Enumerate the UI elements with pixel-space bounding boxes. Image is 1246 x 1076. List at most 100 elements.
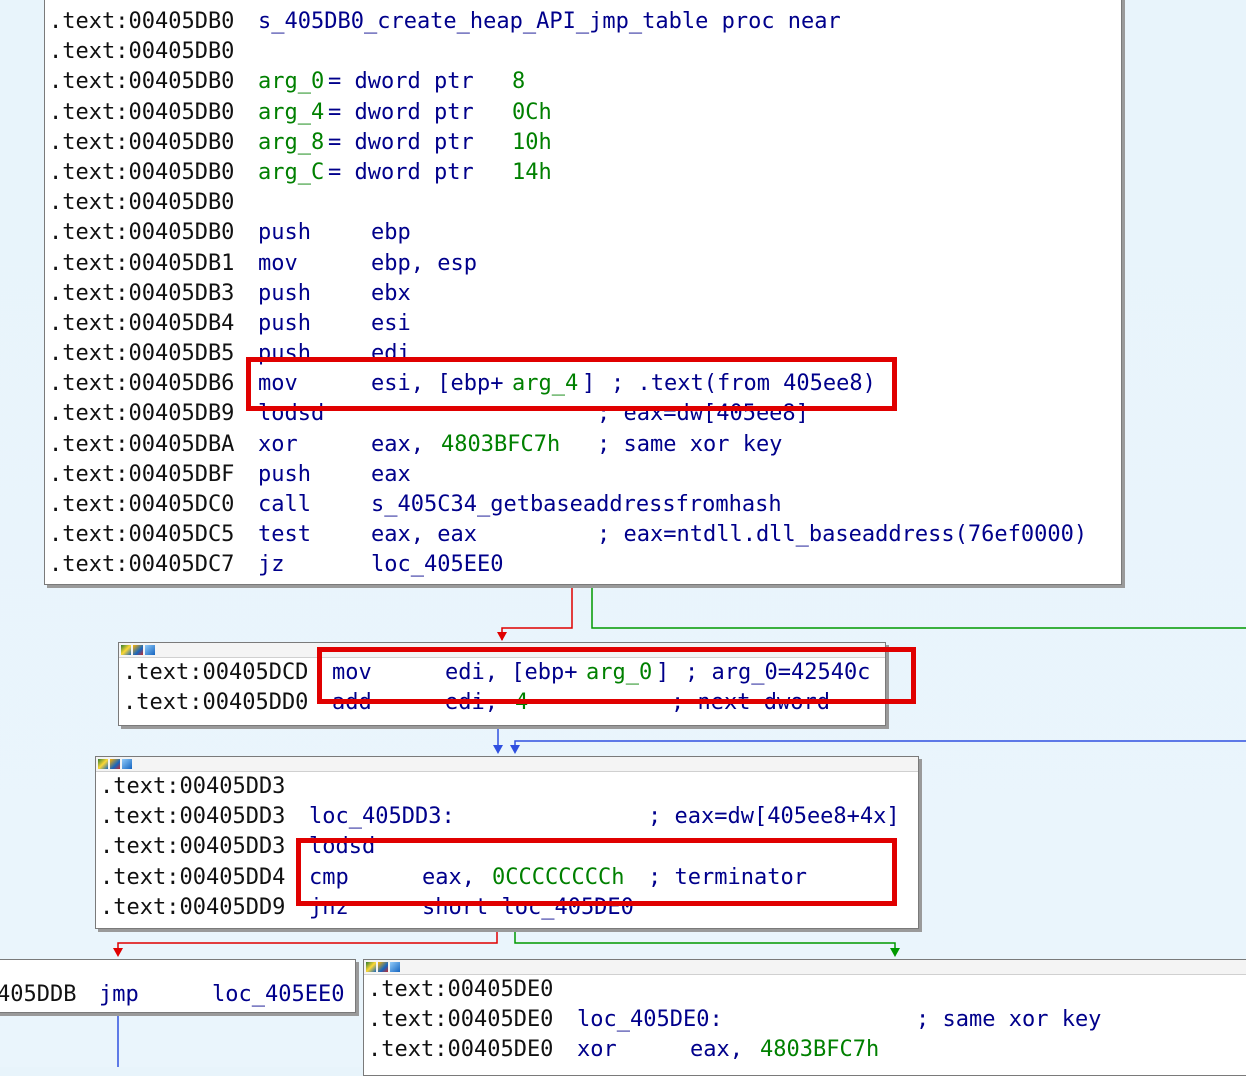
edit-icon[interactable] xyxy=(133,645,143,655)
code-line[interactable]: .text:00405DD3 lodsd xyxy=(96,832,918,862)
code-line[interactable]: .text:00405DE0 xor eax, 4803BFC7h xyxy=(364,1035,1246,1065)
mnemonic: cmp xyxy=(309,864,349,890)
var-offset: 14h xyxy=(512,159,552,185)
comment: ; eax=ntdll.dll_baseaddress(76ef0000) xyxy=(597,522,1088,548)
mnemonic: test xyxy=(258,522,311,548)
address: .text:00405DD9 xyxy=(100,894,286,920)
edge-arrow-loop xyxy=(510,745,520,754)
address: .text:00405DB0 xyxy=(49,99,235,125)
var-type: = dword ptr xyxy=(328,99,474,125)
code-line[interactable]: .text:00405DB6 mov esi, [ebp+ arg_4] ; .text… xyxy=(45,369,1121,399)
code-line[interactable]: .text:00405DB0 xyxy=(45,37,1121,67)
code-line[interactable]: .text:00405DE0 xyxy=(364,975,1246,1005)
operand[interactable]: edi, [ebp+ xyxy=(445,658,577,688)
operand[interactable]: eax, xyxy=(371,430,437,460)
address: .text:00405DB0 xyxy=(49,190,235,216)
edit-icon[interactable] xyxy=(110,759,120,769)
operand[interactable]: esi xyxy=(371,309,411,339)
operand[interactable]: ebp xyxy=(371,218,411,248)
code-line[interactable]: .text:00405DC0 call s_405C34_getbaseaddres… xyxy=(45,490,1121,520)
operand[interactable]: edi, xyxy=(445,688,511,718)
graph-color-icon[interactable] xyxy=(98,759,108,769)
code-block-exit-jmp[interactable]: 405DDB jmp loc_405EE0 xyxy=(0,959,356,1013)
address: 405DDB xyxy=(0,982,77,1007)
code-line[interactable]: .text:00405DD9 jnz short loc_405DE0 xyxy=(96,893,918,923)
address: .text:00405DB0 xyxy=(49,129,235,155)
operand[interactable]: edi xyxy=(371,339,411,369)
operand-var[interactable]: arg_0 xyxy=(586,658,652,688)
code-block-set-edi[interactable]: .text:00405DCD mov edi, [ebp+ arg_0] ; arg_0… xyxy=(118,642,886,726)
label[interactable]: loc_405DD3: xyxy=(309,802,455,832)
comment: ; arg_0=42540c xyxy=(685,660,871,685)
code-line[interactable]: .text:00405DD3 loc_405DD3: ; eax=dw[405ee8… xyxy=(96,802,918,832)
jump-target[interactable]: loc_405EE0 xyxy=(212,980,344,1010)
code-line[interactable]: .text:00405DD0 add edi, 4 ; next dword xyxy=(119,688,885,718)
group-icon[interactable] xyxy=(145,645,155,655)
operand[interactable]: eax xyxy=(371,460,411,490)
address: .text:00405DD0 xyxy=(123,690,309,716)
address: .text:00405DE0 xyxy=(368,1037,554,1063)
var-type: = dword ptr xyxy=(328,129,474,155)
code-line[interactable]: .text:00405DBF push eax xyxy=(45,460,1121,490)
code-line[interactable]: .text:00405DB4 push esi xyxy=(45,309,1121,339)
code-line[interactable]: .text:00405DD3 xyxy=(96,772,918,802)
code-line[interactable]: .text:00405DB1 mov ebp, esp xyxy=(45,249,1121,279)
operand[interactable]: eax, xyxy=(690,1035,756,1065)
stack-var[interactable]: arg_4 xyxy=(258,98,324,128)
code-line[interactable]: .text:00405DD4 cmp eax, 0CCCCCCCCh ; termin… xyxy=(96,863,918,893)
operand[interactable]: esi, [ebp+ xyxy=(371,369,503,399)
var-type: = dword ptr xyxy=(328,159,474,185)
code-line[interactable]: .text:00405DC5 test eax, eax ; eax=ntdll.dl… xyxy=(45,520,1121,550)
code-line[interactable]: .text:00405DB0 arg_8 = dword ptr 10h xyxy=(45,128,1121,158)
stack-var[interactable]: arg_8 xyxy=(258,128,324,158)
mnemonic: push xyxy=(258,280,311,306)
block-header xyxy=(364,960,1246,975)
mnemonic: jnz xyxy=(309,894,349,920)
operand[interactable]: ebx xyxy=(371,279,411,309)
jump-target[interactable]: loc_405EE0 xyxy=(371,550,503,580)
group-icon[interactable] xyxy=(122,759,132,769)
operand-var[interactable]: arg_4 xyxy=(512,369,578,399)
label[interactable]: loc_405DE0: xyxy=(577,1005,723,1035)
operand-immediate: 4 xyxy=(515,690,529,716)
operand[interactable]: eax, eax xyxy=(371,520,477,550)
block-header xyxy=(119,643,885,658)
code-block-create-heap[interactable]: .text:00405DB0 s_405DB0_create_heap_API_j… xyxy=(44,0,1122,585)
code-line[interactable]: .text:00405DB0 arg_C = dword ptr 14h xyxy=(45,158,1121,188)
code-line[interactable]: .text:00405DBA xor eax, 4803BFC7h ; same xo… xyxy=(45,430,1121,460)
code-line[interactable]: .text:00405DB0 arg_4 = dword ptr 0Ch xyxy=(45,98,1121,128)
address: .text:00405DB5 xyxy=(49,341,235,367)
operand[interactable]: ebp, esp xyxy=(371,249,477,279)
proc-name[interactable]: s_405DB0_create_heap_API_jmp_table proc … xyxy=(258,7,841,37)
code-line[interactable]: .text:00405DB3 push ebx xyxy=(45,279,1121,309)
code-line[interactable]: .text:00405DB0 push ebp xyxy=(45,218,1121,248)
group-icon[interactable] xyxy=(390,962,400,972)
address: .text:00405DE0 xyxy=(368,977,554,1002)
code-line[interactable]: .text:00405DB0 xyxy=(45,188,1121,218)
address: .text:00405DB0 xyxy=(49,220,235,246)
stack-var[interactable]: arg_C xyxy=(258,158,324,188)
code-block-loop[interactable]: .text:00405DD3 .text:00405DD3 loc_405DD3:… xyxy=(95,756,919,929)
code-line[interactable]: .text:00405DB0 s_405DB0_create_heap_API_j… xyxy=(45,7,1121,37)
address: .text:00405DBF xyxy=(49,461,235,487)
jump-target[interactable]: short loc_405DE0 xyxy=(422,893,634,923)
code-line[interactable]: .text:00405DCD mov edi, [ebp+ arg_0] ; arg_0… xyxy=(119,658,885,688)
code-line[interactable]: .text:00405DE0 loc_405DE0: ; same xor key xyxy=(364,1005,1246,1035)
comment: ; same xor key xyxy=(597,431,783,457)
code-line[interactable]: 405DDB jmp loc_405EE0 xyxy=(0,980,355,1010)
code-line[interactable]: .text:00405DB0 arg_0 = dword ptr 8 xyxy=(45,67,1121,97)
stack-var[interactable]: arg_0 xyxy=(258,67,324,97)
code-line[interactable]: .text:00405DC7 jz loc_405EE0 xyxy=(45,550,1121,580)
code-line[interactable]: .text:00405DB9 lodsd ; eax=dw[405ee8] xyxy=(45,399,1121,429)
edge-true-1 xyxy=(591,584,1246,629)
call-target[interactable]: s_405C34_getbaseaddressfromhash xyxy=(371,490,782,520)
graph-color-icon[interactable] xyxy=(121,645,131,655)
edit-icon[interactable] xyxy=(378,962,388,972)
operand[interactable]: eax, xyxy=(422,863,488,893)
address: .text:00405DC5 xyxy=(49,522,235,548)
address: .text:00405DE0 xyxy=(368,1007,554,1033)
graph-color-icon[interactable] xyxy=(366,962,376,972)
code-block-xor[interactable]: .text:00405DE0 .text:00405DE0 loc_405DE0:… xyxy=(363,959,1246,1076)
code-line[interactable]: .text:00405DB5 push edi xyxy=(45,339,1121,369)
address: .text:00405DC7 xyxy=(49,552,235,578)
